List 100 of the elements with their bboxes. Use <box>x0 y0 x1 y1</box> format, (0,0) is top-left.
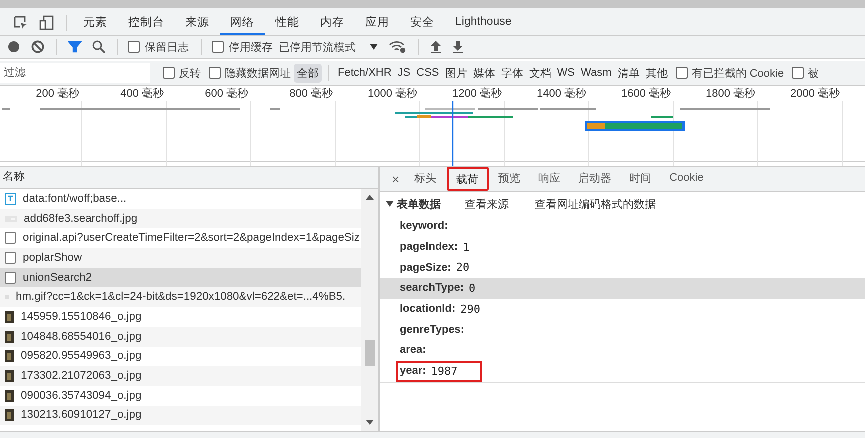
type-filter-button[interactable]: CSS <box>414 65 442 81</box>
scrollbar-thumb[interactable] <box>364 340 374 366</box>
request-name: original.api?userCreateTimeFilter=2&sort=2&pageIndex=1&pageSiz <box>23 232 360 244</box>
section-toggle[interactable]: 表单数据 <box>386 196 441 212</box>
detail-tab[interactable]: 启动器 <box>570 167 620 191</box>
request-row[interactable]: unionSearch2 <box>0 268 361 288</box>
document-icon <box>5 232 16 244</box>
param-value: 20 <box>456 261 470 274</box>
type-filter-button[interactable]: WS <box>554 65 578 81</box>
request-row[interactable]: data:font/woff;base... <box>0 189 361 209</box>
filter-field[interactable]: 过滤 <box>0 63 150 83</box>
request-name: 095820.95549963_o.jpg <box>21 350 142 362</box>
request-name: hm.gif?cc=1&ck=1&cl=24-bit&ds=1920x1080&vl=622&et=...4%B5. <box>16 291 346 304</box>
throttling-dropdown[interactable]: 已停用节流模式 <box>279 40 378 54</box>
scroll-up-icon[interactable] <box>366 195 374 200</box>
time-tick-label: 600 毫秒 <box>204 86 250 101</box>
close-button[interactable]: × <box>386 167 406 191</box>
detail-tab[interactable]: 预览 <box>490 167 529 191</box>
time-marker-line <box>452 101 454 167</box>
search-icon[interactable] <box>92 40 106 54</box>
time-tick-label: 400 毫秒 <box>120 86 165 101</box>
type-filter-button[interactable]: JS <box>394 65 414 81</box>
type-filter-button[interactable]: 其他 <box>642 64 671 82</box>
inspect-icon[interactable] <box>13 15 29 31</box>
disable-cache-checkbox[interactable]: 停用缓存 <box>212 40 273 54</box>
thumbnail-icon <box>5 310 14 323</box>
blocked-cookies-checkbox[interactable]: 有已拦截的 Cookie <box>676 66 784 80</box>
request-name: 104848.68554016_o.jpg <box>21 330 142 343</box>
invert-checkbox[interactable]: 反转 <box>163 66 201 80</box>
download-icon[interactable] <box>452 40 464 54</box>
panel-tab[interactable]: 安全 <box>400 11 445 35</box>
request-name: 130213.60910127_o.jpg <box>21 409 142 422</box>
network-settings-icon[interactable] <box>389 40 407 54</box>
request-row[interactable]: 095820.95549963_o.jpg <box>0 346 361 366</box>
triangle-icon <box>386 201 394 207</box>
detail-tab[interactable]: 载荷 <box>446 167 489 191</box>
request-row[interactable]: 145959.15510846_o.jpg <box>0 307 361 327</box>
upload-icon[interactable] <box>430 40 442 54</box>
param-name: keyword: <box>400 220 448 232</box>
request-name: data:font/woff;base... <box>23 192 127 205</box>
filter-icon[interactable] <box>68 40 82 54</box>
thumbnail-icon <box>5 390 14 402</box>
panel-tab[interactable]: 性能 <box>265 11 310 35</box>
request-row[interactable]: add68fe3.searchoff.jpg <box>0 208 361 228</box>
document-icon <box>5 272 16 284</box>
document-icon <box>5 252 16 264</box>
type-filter-button[interactable]: Fetch/XHR <box>335 65 395 81</box>
request-row[interactable]: original.api?userCreateTimeFilter=2&sort=2&pageIndex=1&pageSiz <box>0 228 361 248</box>
thumbnail-icon <box>5 330 14 343</box>
clear-icon[interactable] <box>31 40 45 54</box>
param-name: genreTypes: <box>400 324 465 336</box>
time-tick-label: 1200 毫秒 <box>451 86 503 101</box>
request-row[interactable]: 104848.68554016_o.jpg <box>0 326 361 346</box>
time-tick-label: 2000 毫秒 <box>789 86 841 101</box>
panel-tab[interactable]: 内存 <box>310 11 355 35</box>
thumbnail-icon <box>5 370 14 382</box>
view-source-link[interactable]: 查看来源 <box>465 196 509 212</box>
type-filter-button[interactable]: 全部 <box>294 64 322 82</box>
type-filter-button[interactable]: 文档 <box>526 64 554 82</box>
param-name: pageIndex: <box>400 241 458 254</box>
request-name: 145959.15510846_o.jpg <box>21 310 142 323</box>
request-row[interactable]: poplarShow <box>0 248 361 268</box>
caret-icon <box>370 44 378 50</box>
preserve-log-checkbox[interactable]: 保留日志 <box>128 40 189 54</box>
column-header[interactable]: 名称 <box>0 167 378 189</box>
time-tick-label: 1400 毫秒 <box>536 86 588 101</box>
panel-tab[interactable]: 元素 <box>73 11 118 35</box>
request-name: poplarShow <box>23 252 82 264</box>
request-row[interactable]: hm.gif?cc=1&ck=1&cl=24-bit&ds=1920x1080&vl=622&et=...4%B5. <box>0 287 361 308</box>
request-row[interactable]: 130213.60910127_o.jpg <box>0 406 361 426</box>
param-name: searchType: <box>400 282 464 294</box>
time-tick-label: 800 毫秒 <box>288 86 334 101</box>
type-filter-button[interactable]: 字体 <box>498 64 526 82</box>
param-value: 1987 <box>431 364 458 378</box>
param-name: pageSize: <box>400 262 452 274</box>
type-filter-button[interactable]: 清单 <box>614 64 643 82</box>
panel-tab[interactable]: 控制台 <box>118 11 175 35</box>
panel-tab[interactable]: 来源 <box>175 11 220 35</box>
detail-tab[interactable]: 标头 <box>406 167 445 191</box>
time-tick-label: 200 毫秒 <box>35 86 80 101</box>
param-name: area: <box>400 344 426 356</box>
device-icon[interactable] <box>39 15 55 31</box>
detail-tab[interactable]: 响应 <box>530 167 569 191</box>
request-row[interactable]: 173302.21072063_o.jpg <box>0 366 361 386</box>
panel-tab[interactable]: Lighthouse <box>445 11 522 35</box>
type-filter-button[interactable]: 媒体 <box>470 64 498 82</box>
param-value: 1 <box>463 240 470 254</box>
panel-tab[interactable]: 应用 <box>355 11 400 35</box>
request-row[interactable]: 090036.35743094_o.jpg <box>0 386 361 406</box>
detail-tab[interactable]: 时间 <box>622 167 660 191</box>
type-filter-button[interactable]: Wasm <box>578 65 615 81</box>
type-filter-button[interactable]: 图片 <box>442 64 470 82</box>
view-source-link[interactable]: 查看网址编码格式的数据 <box>535 196 656 212</box>
thumbnail-icon <box>5 409 14 422</box>
filter-checkbox[interactable]: 被 <box>792 66 820 80</box>
record-icon[interactable] <box>7 40 21 54</box>
scroll-down-icon[interactable] <box>366 420 374 425</box>
detail-tab[interactable]: Cookie <box>662 167 712 191</box>
param-name: year: <box>400 365 426 378</box>
hide-data-urls-checkbox[interactable]: 隐藏数据网址 <box>209 66 291 80</box>
